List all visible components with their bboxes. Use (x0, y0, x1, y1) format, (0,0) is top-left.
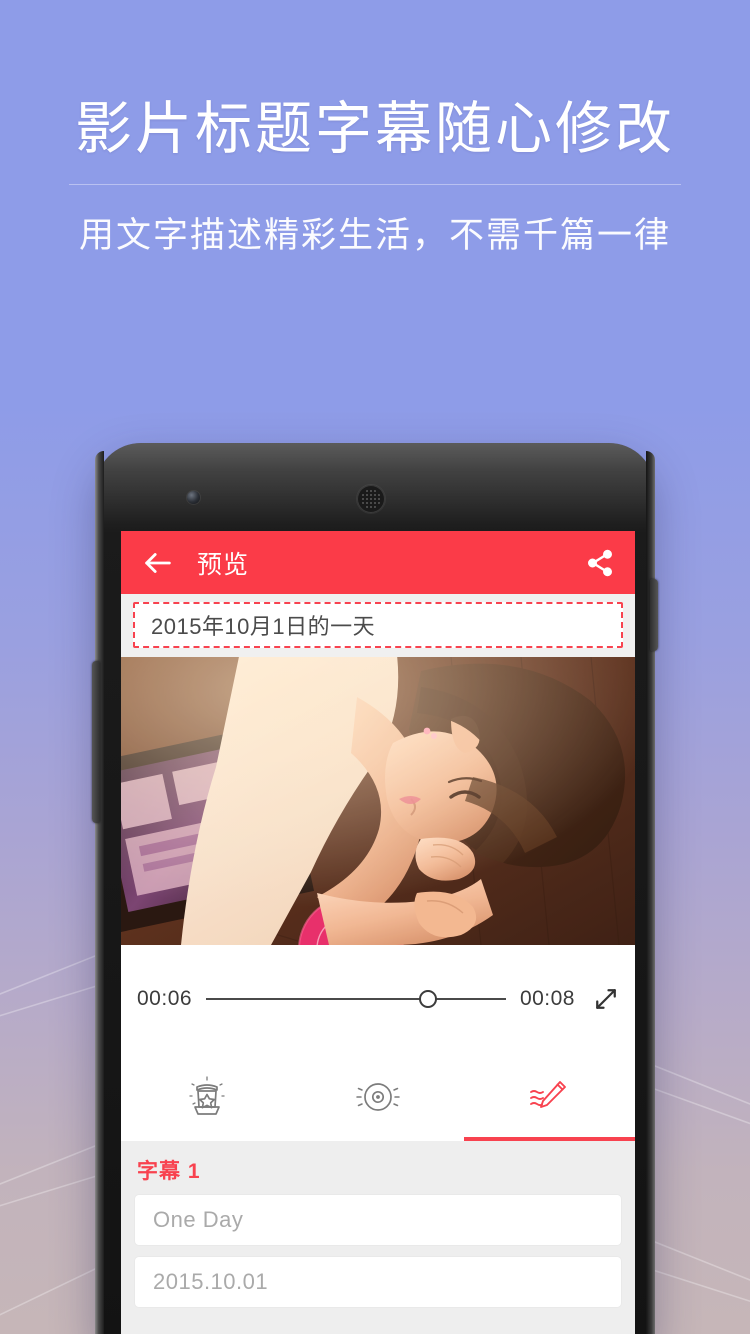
subtitle-panel: 字幕 1 One Day 2015.10.01 字幕 2 (121, 1141, 635, 1334)
seek-slider[interactable] (206, 988, 506, 1010)
phone-screen: 预览 2015年10月1日的一天 00:06 00:08 字幕 1 One Da… (121, 531, 635, 1334)
subtitle-1-label: 字幕 1 (137, 1160, 201, 1183)
promo-page: 影片标题字幕随心修改 用文字描述精彩生活，不需千篇一律 预览 2015年10月1… (0, 0, 750, 1334)
front-camera-icon (187, 491, 200, 504)
music-disc-icon (356, 1083, 400, 1111)
earpiece-speaker-icon (357, 485, 385, 513)
promo-divider (69, 184, 681, 186)
movie-title-band: 2015年10月1日的一天 (121, 594, 635, 657)
tab-music[interactable] (292, 1053, 463, 1141)
promo-text-block: 影片标题字幕随心修改 用文字描述精彩生活，不需千篇一律 (0, 96, 750, 258)
page-title: 预览 (197, 550, 250, 579)
subtitle-1-line-2[interactable]: 2015.10.01 (135, 1257, 621, 1307)
movie-title-input[interactable]: 2015年10月1日的一天 (133, 602, 623, 648)
subtitle-2-label: 字幕 2 (135, 1319, 621, 1334)
subtitle-1-line-2-value: 2015.10.01 (153, 1269, 269, 1294)
phone-left-edge (95, 451, 104, 1334)
power-button[interactable] (650, 579, 658, 651)
back-arrow-icon[interactable] (141, 546, 175, 580)
phone-mockup: 预览 2015年10月1日的一天 00:06 00:08 字幕 1 One Da… (92, 443, 658, 1334)
tab-theme[interactable] (121, 1053, 292, 1141)
current-time-label: 00:06 (137, 987, 193, 1010)
playback-controls: 00:06 00:08 (121, 945, 635, 1053)
movie-title-value: 2015年10月1日的一天 (151, 614, 376, 639)
sticker-jar-icon (189, 1076, 225, 1115)
seek-track (206, 998, 506, 1000)
subtitle-1-line-1-value: One Day (153, 1207, 244, 1232)
app-bar: 预览 (121, 531, 635, 594)
tab-subtitle[interactable] (463, 1053, 635, 1141)
subtitle-1-line-1[interactable]: One Day (135, 1195, 621, 1245)
volume-button[interactable] (92, 661, 100, 823)
pencil-edit-icon (530, 1081, 567, 1108)
expand-icon[interactable] (591, 984, 621, 1014)
video-preview[interactable]: OASIS (121, 657, 635, 945)
seek-thumb[interactable] (418, 990, 437, 1008)
video-frame-image: OASIS (121, 657, 635, 945)
promo-subheadline: 用文字描述精彩生活，不需千篇一律 (78, 216, 671, 256)
promo-headline: 影片标题字幕随心修改 (75, 97, 675, 161)
total-time-label: 00:08 (519, 987, 575, 1010)
editor-tabs (121, 1053, 635, 1141)
share-icon[interactable] (585, 548, 615, 578)
